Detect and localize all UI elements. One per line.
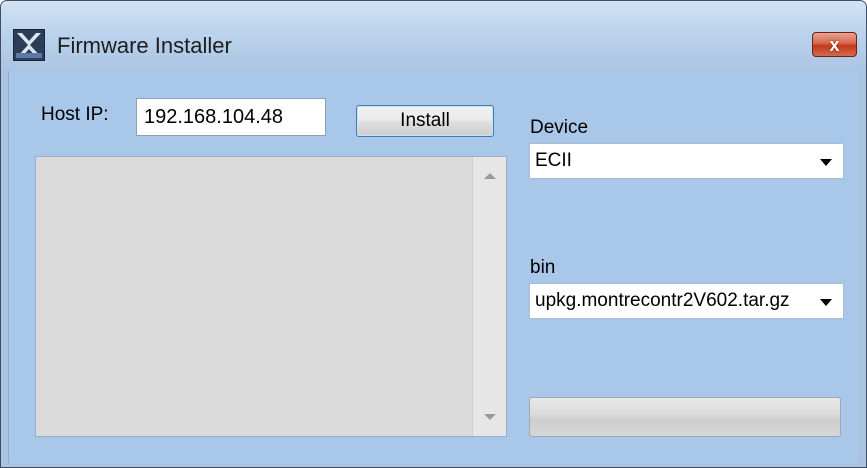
device-label: Device bbox=[530, 117, 589, 138]
install-progress-bar bbox=[529, 397, 841, 437]
bin-select[interactable]: upkg.montrecontr2V602.tar.gz bbox=[529, 283, 844, 319]
log-output-box[interactable] bbox=[35, 156, 507, 437]
bin-select-value: upkg.montrecontr2V602.tar.gz bbox=[535, 290, 790, 311]
install-button[interactable]: Install bbox=[356, 105, 494, 137]
firmware-app-icon bbox=[13, 29, 45, 61]
title-bar[interactable]: Firmware Installer x bbox=[1, 1, 866, 71]
firmware-installer-window: Firmware Installer x Host IP: 192.168.10… bbox=[0, 0, 867, 468]
window-title: Firmware Installer bbox=[57, 33, 232, 58]
scroll-up-icon[interactable] bbox=[484, 173, 496, 179]
chevron-down-icon[interactable] bbox=[820, 159, 832, 166]
log-scrollbar[interactable] bbox=[472, 157, 506, 436]
client-area: Host IP: 192.168.104.48 Install Device E… bbox=[8, 71, 859, 463]
device-select[interactable]: ECII bbox=[529, 143, 844, 179]
close-icon: x bbox=[829, 34, 840, 55]
device-select-value: ECII bbox=[535, 150, 572, 171]
close-button[interactable]: x bbox=[812, 32, 857, 57]
scroll-down-icon[interactable] bbox=[484, 414, 496, 420]
host-ip-input[interactable]: 192.168.104.48 bbox=[136, 98, 326, 136]
host-ip-label: Host IP: bbox=[41, 104, 109, 125]
chevron-down-icon[interactable] bbox=[820, 299, 832, 306]
bin-label: bin bbox=[530, 257, 556, 278]
